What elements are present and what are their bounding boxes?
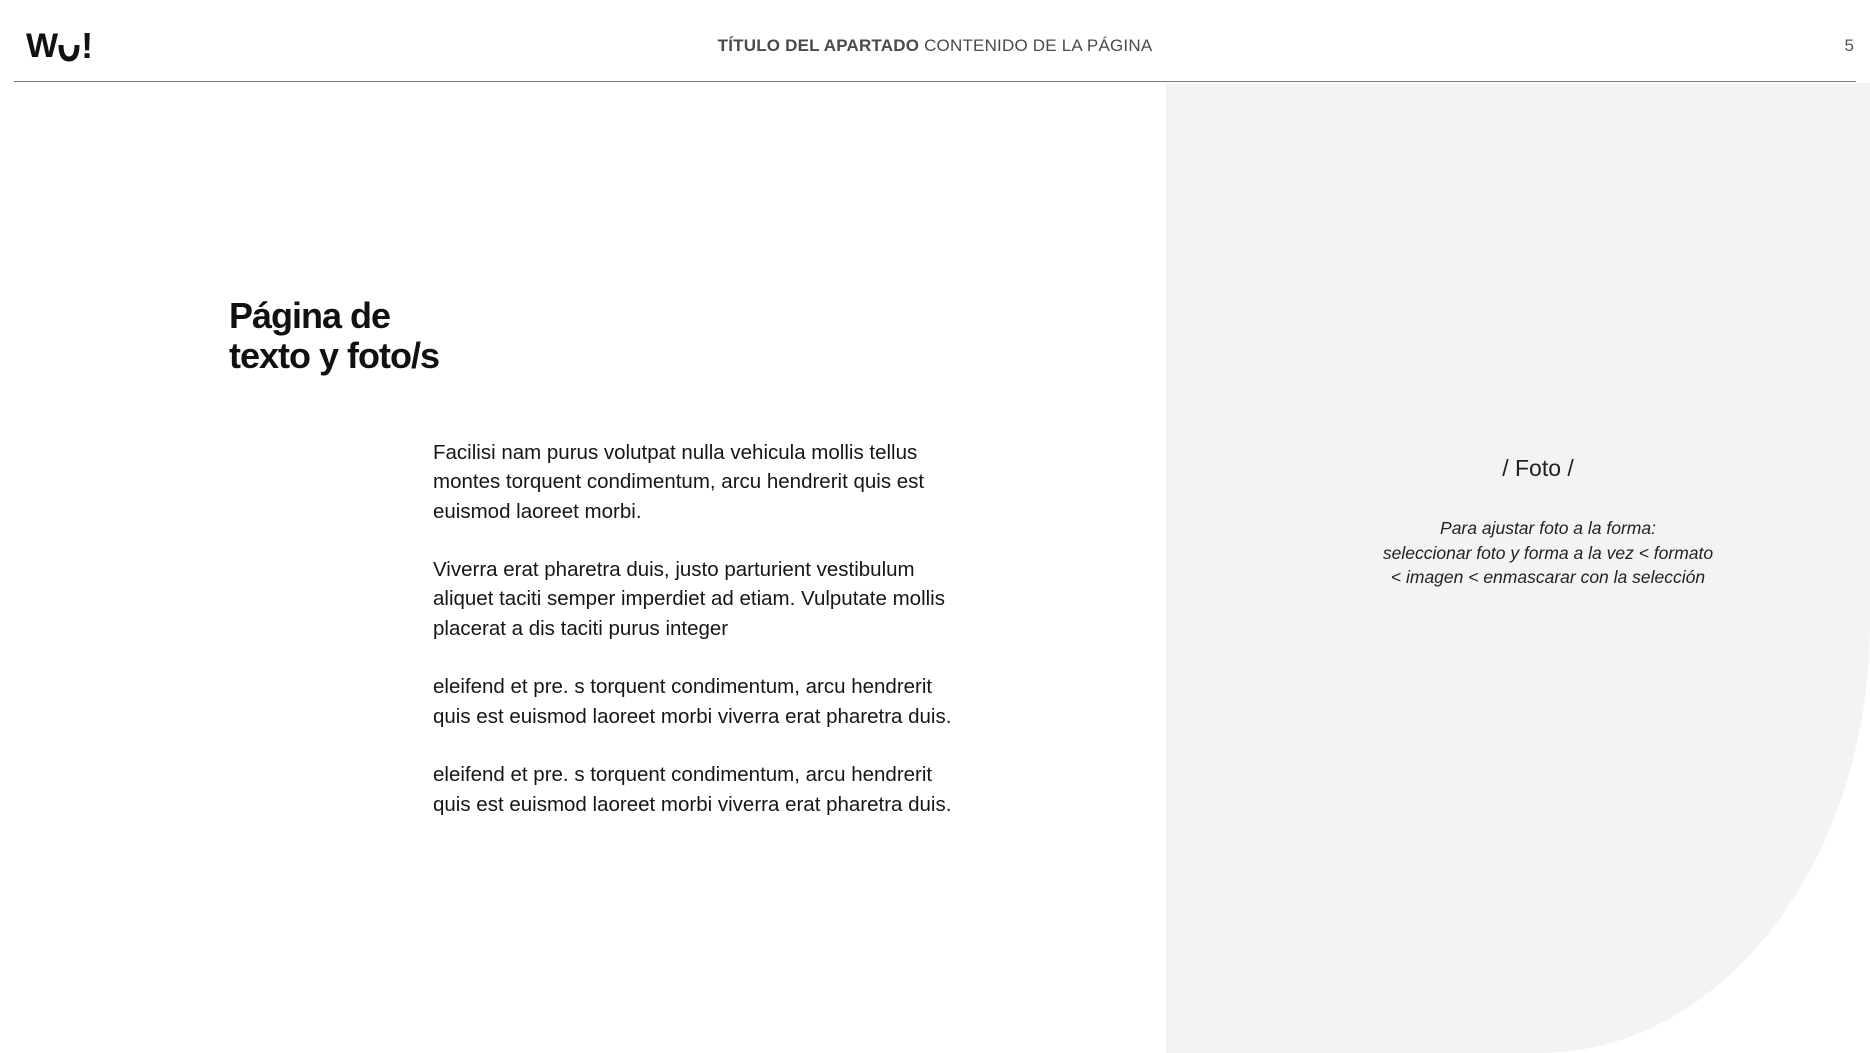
section-title-strong: TÍTULO DEL APARTADO xyxy=(717,36,920,55)
photo-hint-line: seleccionar foto y forma a la vez < form… xyxy=(1382,542,1714,563)
page-heading-line1: Página de xyxy=(229,295,391,336)
page-heading-line2: texto y foto/s xyxy=(229,335,440,376)
photo-hint-line: Para ajustar foto a la forma: xyxy=(1440,518,1656,538)
body-copy: Facilisi nam purus volutpat nulla vehicu… xyxy=(433,438,973,848)
photo-label: / Foto / xyxy=(1502,455,1574,481)
body-paragraph: eleifend et pre. s torquent condimentum,… xyxy=(433,763,952,816)
body-paragraph: Facilisi nam purus volutpat nulla vehicu… xyxy=(433,441,925,523)
photo-hint-line: < imagen < enmascarar con la selección xyxy=(1390,567,1706,587)
header: W ! TÍTULO DEL APARTADO CONTENIDO DE LA … xyxy=(14,0,1856,82)
slide: W ! TÍTULO DEL APARTADO CONTENIDO DE LA … xyxy=(0,0,1870,1053)
body-paragraph: eleifend et pre. s torquent condimentum,… xyxy=(433,675,952,728)
section-title: TÍTULO DEL APARTADO CONTENIDO DE LA PÁGI… xyxy=(14,36,1856,56)
body-paragraph: Viverra erat pharetra duis, justo partur… xyxy=(433,558,945,640)
page-heading: Página de texto y foto/s xyxy=(229,295,440,376)
photo-placeholder[interactable]: / Foto / Para ajustar foto a la forma: s… xyxy=(1166,83,1870,1053)
page-number: 5 xyxy=(1844,36,1854,55)
section-title-rest: CONTENIDO DE LA PÁGINA xyxy=(924,36,1153,55)
photo-hint: Para ajustar foto a la forma: selecciona… xyxy=(1166,516,1870,590)
